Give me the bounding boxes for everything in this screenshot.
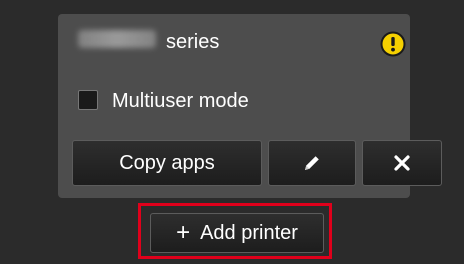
plus-icon: +	[176, 219, 191, 246]
copy-apps-label: Copy apps	[119, 151, 215, 174]
edit-button[interactable]	[268, 140, 356, 186]
copy-apps-button[interactable]: Copy apps	[72, 140, 262, 186]
remove-button[interactable]	[362, 140, 442, 186]
add-printer-button[interactable]: + Add printer	[150, 213, 324, 253]
printer-model-name-redacted	[78, 30, 156, 48]
multiuser-label: Multiuser mode	[112, 90, 249, 112]
add-printer-label: Add printer	[200, 221, 298, 244]
multiuser-checkbox[interactable]	[78, 90, 98, 110]
pencil-icon	[302, 153, 322, 173]
close-icon	[393, 154, 411, 172]
printer-series-label: series	[166, 31, 220, 53]
warning-icon[interactable]	[380, 31, 406, 57]
